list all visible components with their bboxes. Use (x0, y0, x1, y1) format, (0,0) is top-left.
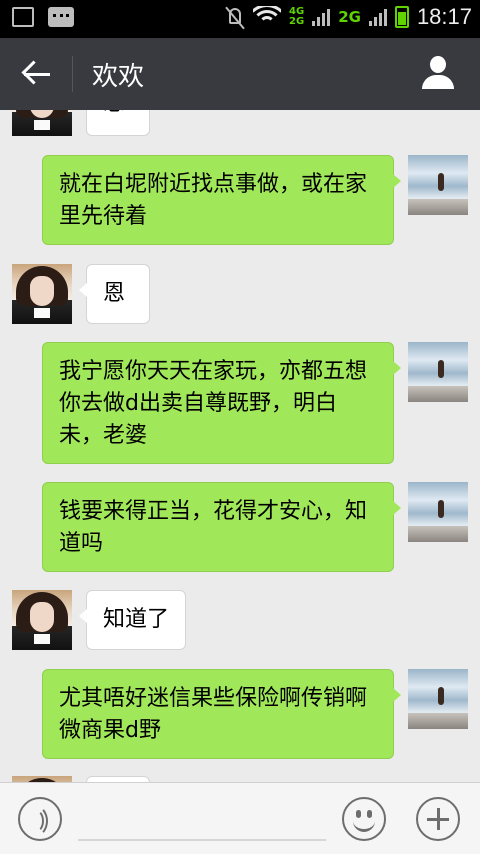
plus-icon[interactable] (416, 797, 460, 841)
message-list[interactable]: 恩 就在白坭附近找点事做，或在家里先待着 恩 我宁愿你天天在家玩，亦都五想你去做… (0, 110, 480, 782)
contact-avatar[interactable] (12, 264, 72, 324)
mute-icon (225, 6, 245, 28)
message-bubble-left[interactable]: 知道了 (79, 590, 186, 650)
network-2g: 2G (338, 8, 361, 26)
chat-header: 欢欢 (0, 38, 480, 110)
voice-icon[interactable] (18, 797, 62, 841)
message-bubble-right[interactable]: 就在白坭附近找点事做，或在家里先待着 (42, 155, 401, 245)
input-bar (0, 782, 480, 854)
contact-avatar[interactable] (12, 590, 72, 650)
clock: 18:17 (416, 4, 472, 29)
person-icon[interactable] (420, 56, 456, 92)
network-type: 4G 2G (289, 7, 304, 27)
message-input[interactable] (78, 839, 326, 841)
header-divider (72, 56, 73, 92)
message-notification-icon (48, 7, 74, 27)
battery-icon (394, 6, 409, 28)
wifi-icon (253, 6, 282, 28)
chat-title: 欢欢 (92, 62, 145, 92)
message-bubble-right[interactable]: 尤其唔好迷信果些保险啊传销啊微商果d野 (42, 669, 401, 759)
signal-icon-2 (368, 8, 387, 26)
my-avatar[interactable] (408, 482, 468, 542)
emoji-icon[interactable] (342, 797, 386, 841)
my-avatar[interactable] (408, 155, 468, 215)
signal-icon (312, 8, 331, 26)
message-bubble-right[interactable]: 我宁愿你天天在家玩，亦都五想你去做d出卖自尊既野，明白未，老婆 (42, 342, 401, 464)
message-bubble-left[interactable]: 恩 (86, 110, 150, 136)
gallery-notification-icon (12, 7, 34, 27)
message-bubble-left[interactable]: 恩 (79, 264, 150, 324)
my-avatar[interactable] (408, 342, 468, 402)
message-bubble-right[interactable]: 钱要来得正当，花得才安心，知道吗 (42, 482, 401, 572)
back-arrow-icon[interactable] (20, 58, 54, 90)
status-bar: 4G 2G 2G 18:17 (0, 0, 480, 38)
my-avatar[interactable] (408, 669, 468, 729)
contact-avatar[interactable] (12, 110, 72, 136)
network-type-bottom: 2G (289, 16, 305, 27)
